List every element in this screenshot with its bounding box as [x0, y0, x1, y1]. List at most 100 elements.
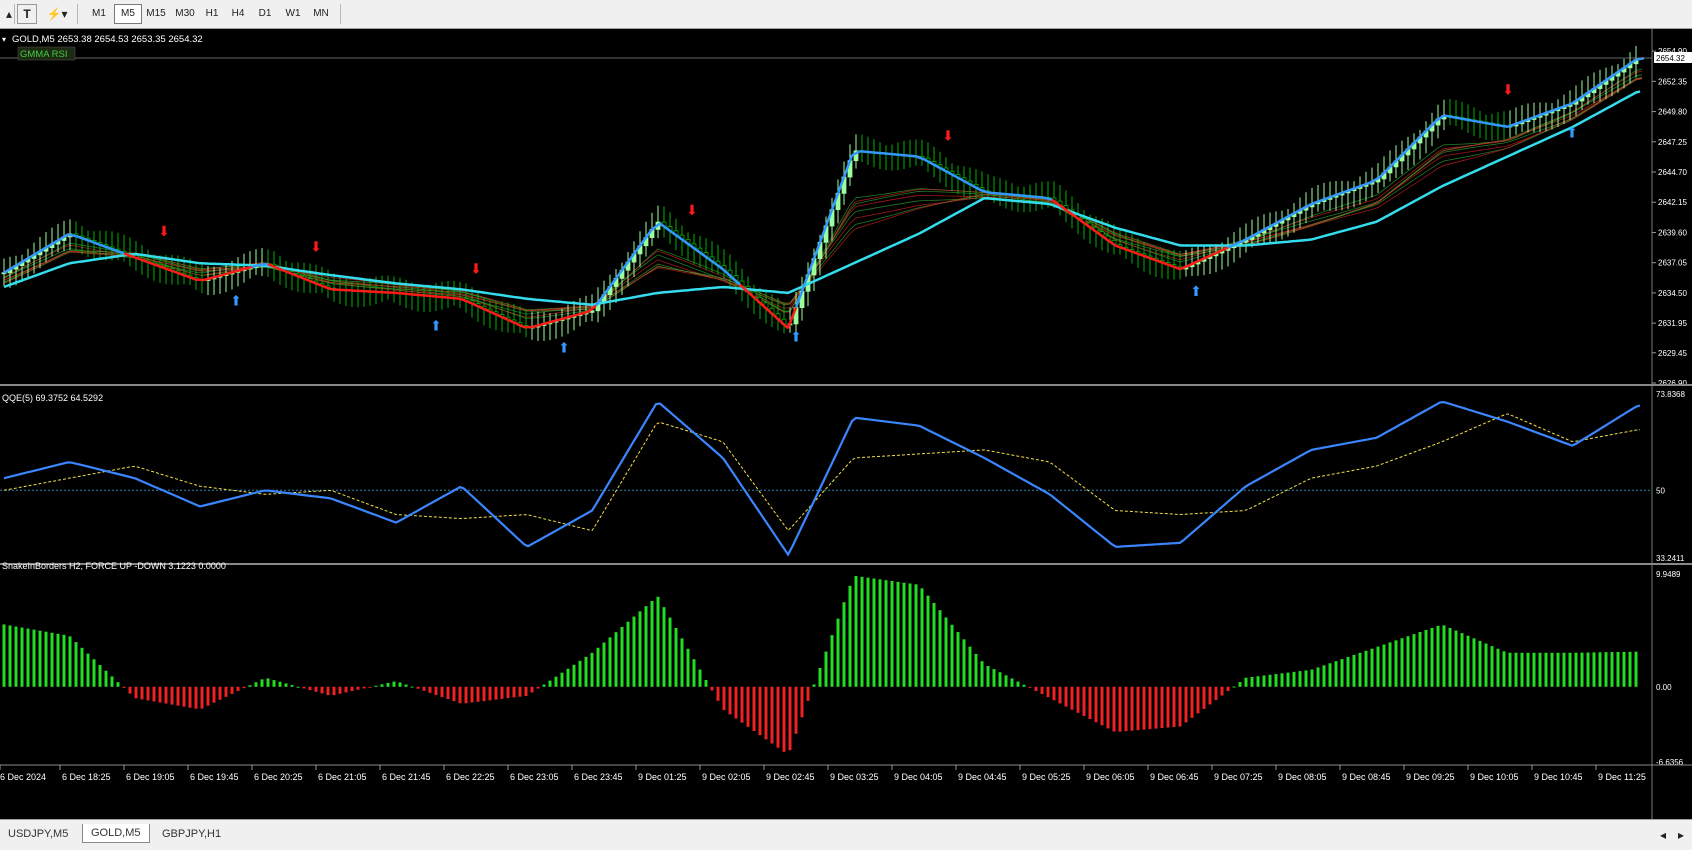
text-tool-icon[interactable]: T	[17, 4, 37, 24]
force-up-bar	[1395, 640, 1398, 686]
timeframe-w1-button[interactable]: W1	[280, 5, 306, 23]
force-up-bar	[1329, 663, 1332, 687]
force-up-bar	[1581, 653, 1584, 687]
toolbar: ▴ T ⚡▾ M1M5M15M30H1H4D1W1MN	[0, 0, 1692, 29]
force-up-bar	[1461, 633, 1464, 687]
fast-ma-line	[996, 193, 1004, 194]
force-up-bar	[1293, 672, 1296, 687]
time-tick-label: 6 Dec 18:25	[62, 772, 111, 782]
force-up-bar	[843, 602, 846, 687]
timeframe-mn-button[interactable]: MN	[309, 5, 333, 23]
force-down-bar	[519, 687, 522, 697]
time-tick-label: 9 Dec 10:05	[1470, 772, 1519, 782]
shapes-tool-icon[interactable]: ⚡▾	[44, 5, 70, 23]
fast-ma-line	[1308, 202, 1316, 205]
force-up-bar	[1335, 661, 1338, 687]
force-up-bar	[1305, 670, 1308, 686]
fast-ma-line	[1356, 185, 1364, 188]
fast-ma-line	[84, 239, 92, 242]
force-down-bar	[1053, 687, 1056, 701]
force-up-bar	[1419, 632, 1422, 687]
slow-ma-line	[4, 91, 1640, 304]
chart-tab-usdjpy-m5[interactable]: USDJPY,M5	[0, 825, 76, 843]
force-up-bar	[1377, 647, 1380, 687]
price-tick-label: 2644.70	[1658, 168, 1687, 177]
fast-ma-line	[908, 156, 916, 157]
timeframe-m15-button[interactable]: M15	[142, 5, 170, 23]
force-up-bar	[255, 682, 258, 686]
timeframe-d1-button[interactable]: D1	[253, 5, 277, 23]
force-up-bar	[1527, 653, 1530, 687]
timeframe-h4-button[interactable]: H4	[226, 5, 250, 23]
force-up-bar	[657, 597, 660, 687]
force-down-bar	[207, 687, 210, 706]
force-down-bar	[1095, 687, 1098, 722]
force-down-bar	[225, 687, 228, 697]
ribbon-line	[4, 71, 1642, 317]
fast-ma-line	[428, 296, 436, 297]
force-up-bar	[1401, 638, 1404, 687]
force-up-bar	[915, 584, 918, 686]
price-tick-label: 2649.80	[1658, 108, 1687, 117]
force-up-bar	[1323, 665, 1326, 686]
timeframe-m30-button[interactable]: M30	[172, 5, 198, 23]
force-up-bar	[1569, 653, 1572, 687]
force-up-bar	[1473, 638, 1476, 686]
force-up-bar	[33, 630, 36, 687]
force-up-bar	[273, 680, 276, 687]
force-up-bar	[945, 617, 948, 686]
scroll-right-icon[interactable]: ▸	[1672, 826, 1690, 844]
chart-tab-gbpjpy-h1[interactable]: GBPJPY,H1	[154, 825, 229, 843]
force-up-bar	[39, 631, 42, 687]
force-down-bar	[201, 687, 204, 709]
force-up-bar	[1455, 631, 1458, 687]
force-up-bar	[627, 622, 630, 687]
force-up-bar	[981, 661, 984, 687]
force-down-bar	[513, 687, 516, 698]
current-price-label: 2654.32	[1656, 54, 1685, 63]
timeframe-m1-button[interactable]: M1	[86, 5, 112, 23]
force-down-bar	[501, 687, 504, 699]
force-up-bar	[1557, 653, 1560, 687]
chart-tab-gold-m5[interactable]: GOLD,M5	[82, 824, 150, 843]
time-tick-label: 9 Dec 11:25	[1598, 772, 1646, 782]
fast-ma-line	[1460, 118, 1468, 119]
force-down-bar	[789, 687, 792, 750]
force-up-bar	[1467, 636, 1470, 687]
force-up-bar	[1599, 652, 1602, 686]
force-up-bar	[399, 682, 402, 686]
time-tick-label: 9 Dec 06:05	[1086, 772, 1135, 782]
cursor-icon[interactable]: ▴	[0, 5, 18, 23]
toolbar-separator	[340, 4, 341, 24]
force-down-bar	[723, 687, 726, 710]
force-down-bar	[1149, 687, 1152, 729]
force-up-bar	[921, 588, 924, 686]
force-up-bar	[867, 578, 870, 687]
force-up-bar	[111, 676, 114, 686]
chart-canvas[interactable]: ⬆⬆⬆⬆⬆⬆⬇⬇⬇⬇⬇⬇2654.902652.352649.802647.25…	[0, 29, 1692, 819]
force-down-bar	[765, 687, 768, 740]
timeframe-h1-button[interactable]: H1	[200, 5, 224, 23]
price-tick-label: 2626.90	[1658, 379, 1687, 388]
buy-arrow-icon: ⬆	[1190, 284, 1202, 300]
timeframe-m5-button[interactable]: M5	[114, 4, 142, 24]
force-up-bar	[903, 583, 906, 687]
buy-arrow-icon: ⬆	[1566, 125, 1578, 141]
force-down-bar	[807, 687, 810, 701]
force-up-bar	[1479, 641, 1482, 687]
fast-ma-line	[1492, 124, 1500, 125]
force-up-bar	[1263, 676, 1266, 687]
force-down-bar	[327, 687, 330, 695]
chart-area[interactable]: ⬆⬆⬆⬆⬆⬆⬇⬇⬇⬇⬇⬇2654.902652.352649.802647.25…	[0, 29, 1692, 819]
scroll-left-icon[interactable]: ◂	[1654, 826, 1672, 844]
force-down-bar	[1083, 687, 1086, 716]
time-tick-label: 6 Dec 21:05	[318, 772, 367, 782]
force-down-bar	[1041, 687, 1044, 694]
fast-ma-line	[892, 154, 900, 155]
sell-arrow-icon: ⬇	[158, 224, 170, 240]
force-up-bar	[81, 648, 84, 687]
force-up-bar	[1491, 646, 1494, 687]
force-up-bar	[1605, 652, 1608, 687]
force-up-bar	[609, 637, 612, 686]
force-down-bar	[1203, 687, 1206, 709]
